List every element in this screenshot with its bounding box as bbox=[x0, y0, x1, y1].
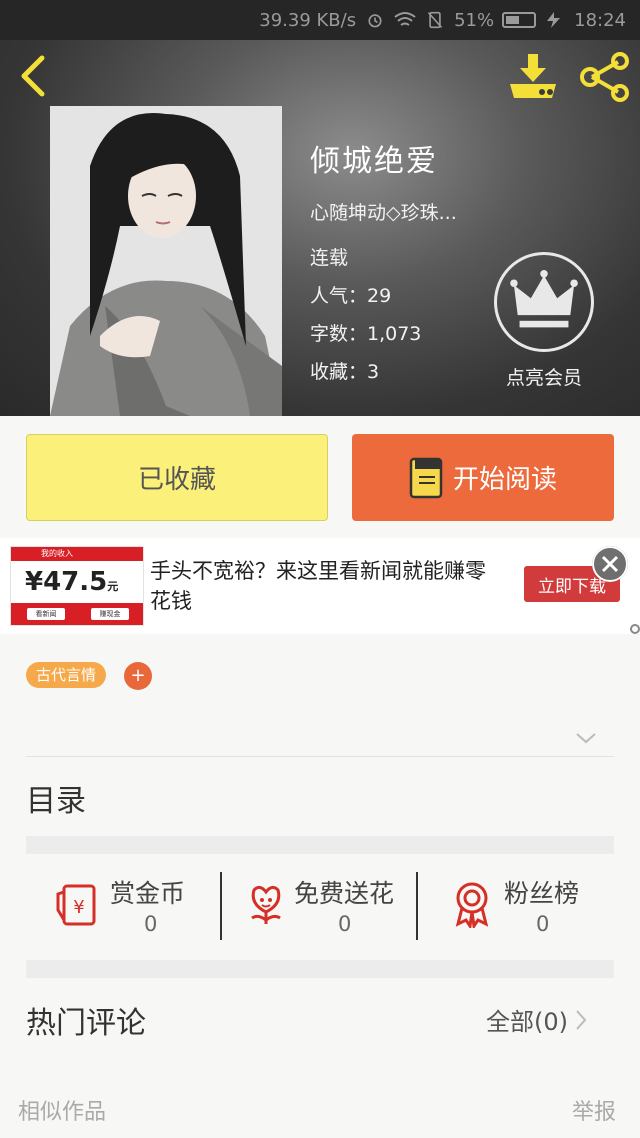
svg-text:¥: ¥ bbox=[73, 897, 84, 918]
chevron-down-icon[interactable] bbox=[574, 728, 598, 748]
free-flowers-value: 0 bbox=[338, 912, 352, 936]
clock: 18:24 bbox=[574, 9, 626, 31]
reward-stats: ¥ 赏金币 0 免费送花 0 粉丝榜 0 bbox=[26, 866, 614, 944]
flower-icon bbox=[251, 885, 281, 924]
download-icon[interactable] bbox=[506, 52, 560, 100]
book-word-count: 字数：1,073 bbox=[310, 323, 422, 345]
battery-icon bbox=[502, 12, 537, 28]
table-of-contents[interactable]: 目录 bbox=[26, 776, 86, 820]
ad-amount-unit: 元 bbox=[107, 580, 119, 593]
ad-chip-news: 看新闻 bbox=[27, 608, 65, 620]
book-status: 连载 bbox=[310, 247, 349, 269]
collected-button[interactable]: 已收藏 bbox=[26, 434, 328, 521]
similar-works-tab[interactable]: 相似作品 bbox=[18, 1094, 106, 1126]
free-flowers[interactable]: 免费送花 0 bbox=[222, 866, 416, 944]
back-icon[interactable] bbox=[14, 54, 54, 98]
battery-level bbox=[506, 16, 520, 24]
fan-ranking[interactable]: 粉丝榜 0 bbox=[418, 866, 614, 944]
free-flowers-label: 免费送花 bbox=[294, 879, 395, 908]
start-reading-button[interactable]: 开始阅读 bbox=[352, 434, 614, 521]
chevron-right-icon bbox=[576, 1009, 587, 1030]
book-cover-image[interactable] bbox=[50, 106, 282, 416]
start-reading-label: 开始阅读 bbox=[452, 465, 557, 495]
share-icon[interactable] bbox=[578, 52, 632, 102]
book-title: 倾城绝爱 bbox=[310, 144, 438, 179]
book-favorites: 收藏：3 bbox=[310, 361, 380, 383]
section-separator bbox=[26, 836, 614, 854]
book-icon bbox=[409, 457, 443, 498]
vip-button[interactable] bbox=[494, 252, 594, 352]
medal-icon bbox=[455, 882, 489, 928]
ad-banner[interactable]: 我的收入 ¥47.5元 看新闻 赚现金 手头不宽裕？来这里看新闻就能赚零花钱 立… bbox=[0, 538, 640, 634]
add-tag-button[interactable]: + bbox=[124, 662, 152, 690]
crown-icon bbox=[510, 270, 578, 328]
charging-icon bbox=[547, 12, 561, 28]
wifi-icon bbox=[394, 12, 416, 26]
genre-tag[interactable]: 古代言情 bbox=[26, 662, 107, 688]
section-separator bbox=[26, 960, 614, 978]
no-sim-icon bbox=[427, 11, 443, 29]
fan-ranking-label: 粉丝榜 bbox=[504, 879, 580, 908]
ad-amount: ¥47.5元 bbox=[25, 567, 119, 597]
reward-coins-value: 0 bbox=[144, 912, 158, 936]
status-bar: 39.39 KB/s 51% 18:24 bbox=[0, 0, 640, 40]
ad-info-icon[interactable] bbox=[630, 624, 640, 634]
red-packet-icon: ¥ bbox=[56, 884, 96, 926]
reward-coins[interactable]: ¥ 赏金币 0 bbox=[26, 866, 222, 944]
ad-chip-cash: 赚现金 bbox=[91, 608, 129, 620]
close-icon[interactable] bbox=[592, 546, 628, 582]
vip-label[interactable]: 点亮会员 bbox=[494, 363, 594, 390]
network-speed: 39.39 KB/s bbox=[259, 9, 357, 31]
alarm-icon bbox=[368, 14, 382, 28]
hot-comments-title: 热门评论 bbox=[26, 1006, 146, 1041]
ad-image-caption: 我的收入 bbox=[41, 549, 73, 558]
report-button[interactable]: 举报 bbox=[572, 1094, 616, 1126]
all-comments-link[interactable]: 全部(0) bbox=[486, 1002, 588, 1037]
battery-percent: 51% bbox=[454, 9, 495, 31]
fan-ranking-value: 0 bbox=[536, 912, 550, 936]
book-author[interactable]: 心随坤动◇珍珠... bbox=[310, 198, 457, 225]
book-popularity: 人气：29 bbox=[310, 285, 392, 307]
reward-coins-label: 赏金币 bbox=[110, 879, 186, 908]
divider bbox=[26, 756, 614, 757]
book-header: 倾城绝爱 心随坤动◇珍珠... 连载 人气：29 字数：1,073 收藏：3 点… bbox=[0, 40, 640, 416]
ad-text[interactable]: 手头不宽裕？来这里看新闻就能赚零花钱 bbox=[150, 556, 500, 616]
all-comments-label: 全部(0) bbox=[486, 1008, 568, 1036]
ad-image[interactable]: 我的收入 ¥47.5元 看新闻 赚现金 bbox=[10, 546, 144, 626]
